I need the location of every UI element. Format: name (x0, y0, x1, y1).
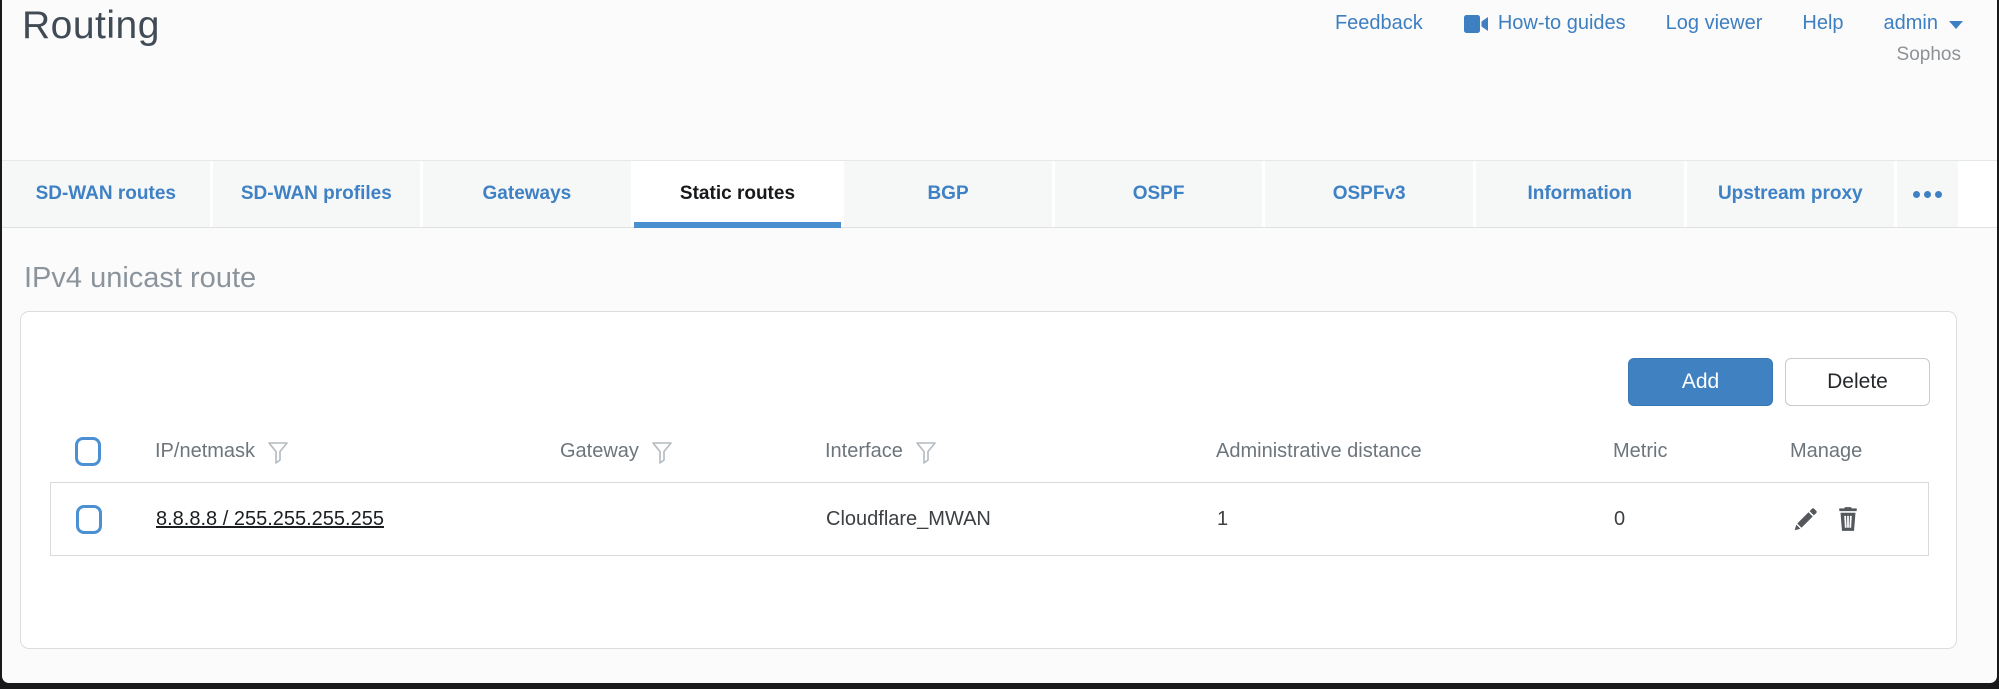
select-all-checkbox[interactable] (75, 437, 101, 466)
help-link[interactable]: Help (1802, 12, 1843, 35)
administrative-distance-cell: 1 (1187, 508, 1584, 531)
tab-bar-filler (1961, 161, 1997, 227)
table-row: 8.8.8.8 / 255.255.255.255 Cloudflare_MWA… (50, 482, 1929, 556)
howto-guides-label: How-to guides (1498, 12, 1626, 35)
funnel-icon[interactable] (267, 441, 289, 465)
row-select-cell (51, 505, 126, 534)
add-button[interactable]: Add (1628, 358, 1773, 406)
admin-menu[interactable]: admin (1884, 12, 1963, 35)
row-checkbox[interactable] (76, 505, 102, 534)
column-label: Administrative distance (1216, 440, 1422, 463)
routes-table: IP/netmask Gateway Interface (50, 420, 1929, 556)
column-header-interface: Interface (795, 438, 1186, 465)
tab-bgp[interactable]: BGP (844, 161, 1055, 227)
log-viewer-label: Log viewer (1666, 12, 1763, 35)
trash-icon[interactable] (1833, 504, 1863, 534)
tab-static-routes[interactable]: Static routes (634, 161, 845, 227)
manage-cell (1761, 504, 1928, 534)
column-header-administrative-distance: Administrative distance (1186, 440, 1583, 463)
tab-upstream-proxy[interactable]: Upstream proxy (1687, 161, 1898, 227)
funnel-icon[interactable] (651, 441, 673, 465)
section-heading: IPv4 unicast route (24, 262, 1997, 295)
log-viewer-link[interactable]: Log viewer (1666, 12, 1763, 35)
column-header-metric: Metric (1583, 440, 1760, 463)
delete-button[interactable]: Delete (1785, 358, 1930, 406)
page-title: Routing (22, 4, 160, 48)
funnel-icon[interactable] (915, 441, 937, 465)
top-nav: Feedback How-to guides Log viewer Help a… (1335, 12, 1963, 35)
interface-cell: Cloudflare_MWAN (796, 508, 1187, 531)
column-header-ip-netmask: IP/netmask (125, 438, 530, 465)
column-label: Manage (1790, 440, 1862, 463)
tab-bar: SD-WAN routes SD-WAN profiles Gateways S… (2, 160, 1997, 228)
tab-gateways[interactable]: Gateways (423, 161, 634, 227)
column-header-gateway: Gateway (530, 438, 795, 465)
tab-ospf[interactable]: OSPF (1055, 161, 1266, 227)
org-label: Sophos (1897, 44, 1961, 66)
app-window: Routing Feedback How-to guides Log viewe… (2, 0, 1997, 683)
tab-sd-wan-routes[interactable]: SD-WAN routes (2, 161, 213, 227)
column-header-manage: Manage (1760, 440, 1929, 463)
column-label: Gateway (560, 440, 639, 463)
tab-ospfv3[interactable]: OSPFv3 (1265, 161, 1476, 227)
feedback-label: Feedback (1335, 12, 1423, 35)
video-camera-icon (1463, 14, 1489, 34)
pencil-icon[interactable] (1791, 504, 1821, 534)
feedback-link[interactable]: Feedback (1335, 12, 1423, 35)
tab-more-menu[interactable] (1897, 161, 1961, 227)
table-header-row: IP/netmask Gateway Interface (50, 420, 1929, 482)
page-header: Routing Feedback How-to guides Log viewe… (2, 0, 1997, 160)
tab-information[interactable]: Information (1476, 161, 1687, 227)
header-select-cell (50, 437, 125, 466)
admin-menu-label: admin (1884, 12, 1938, 35)
howto-guides-link[interactable]: How-to guides (1463, 12, 1626, 35)
metric-cell: 0 (1584, 508, 1761, 531)
help-label: Help (1802, 12, 1843, 35)
column-label: Metric (1613, 440, 1667, 463)
route-link[interactable]: 8.8.8.8 / 255.255.255.255 (156, 508, 384, 530)
ellipsis-icon (1913, 191, 1942, 198)
static-routes-panel: Add Delete IP/netmask Gateway (20, 311, 1957, 649)
ip-netmask-cell: 8.8.8.8 / 255.255.255.255 (126, 508, 531, 531)
column-label: IP/netmask (155, 440, 255, 463)
column-label: Interface (825, 440, 903, 463)
chevron-down-icon (1949, 21, 1963, 29)
tab-sd-wan-profiles[interactable]: SD-WAN profiles (213, 161, 424, 227)
table-toolbar: Add Delete (1628, 358, 1930, 406)
